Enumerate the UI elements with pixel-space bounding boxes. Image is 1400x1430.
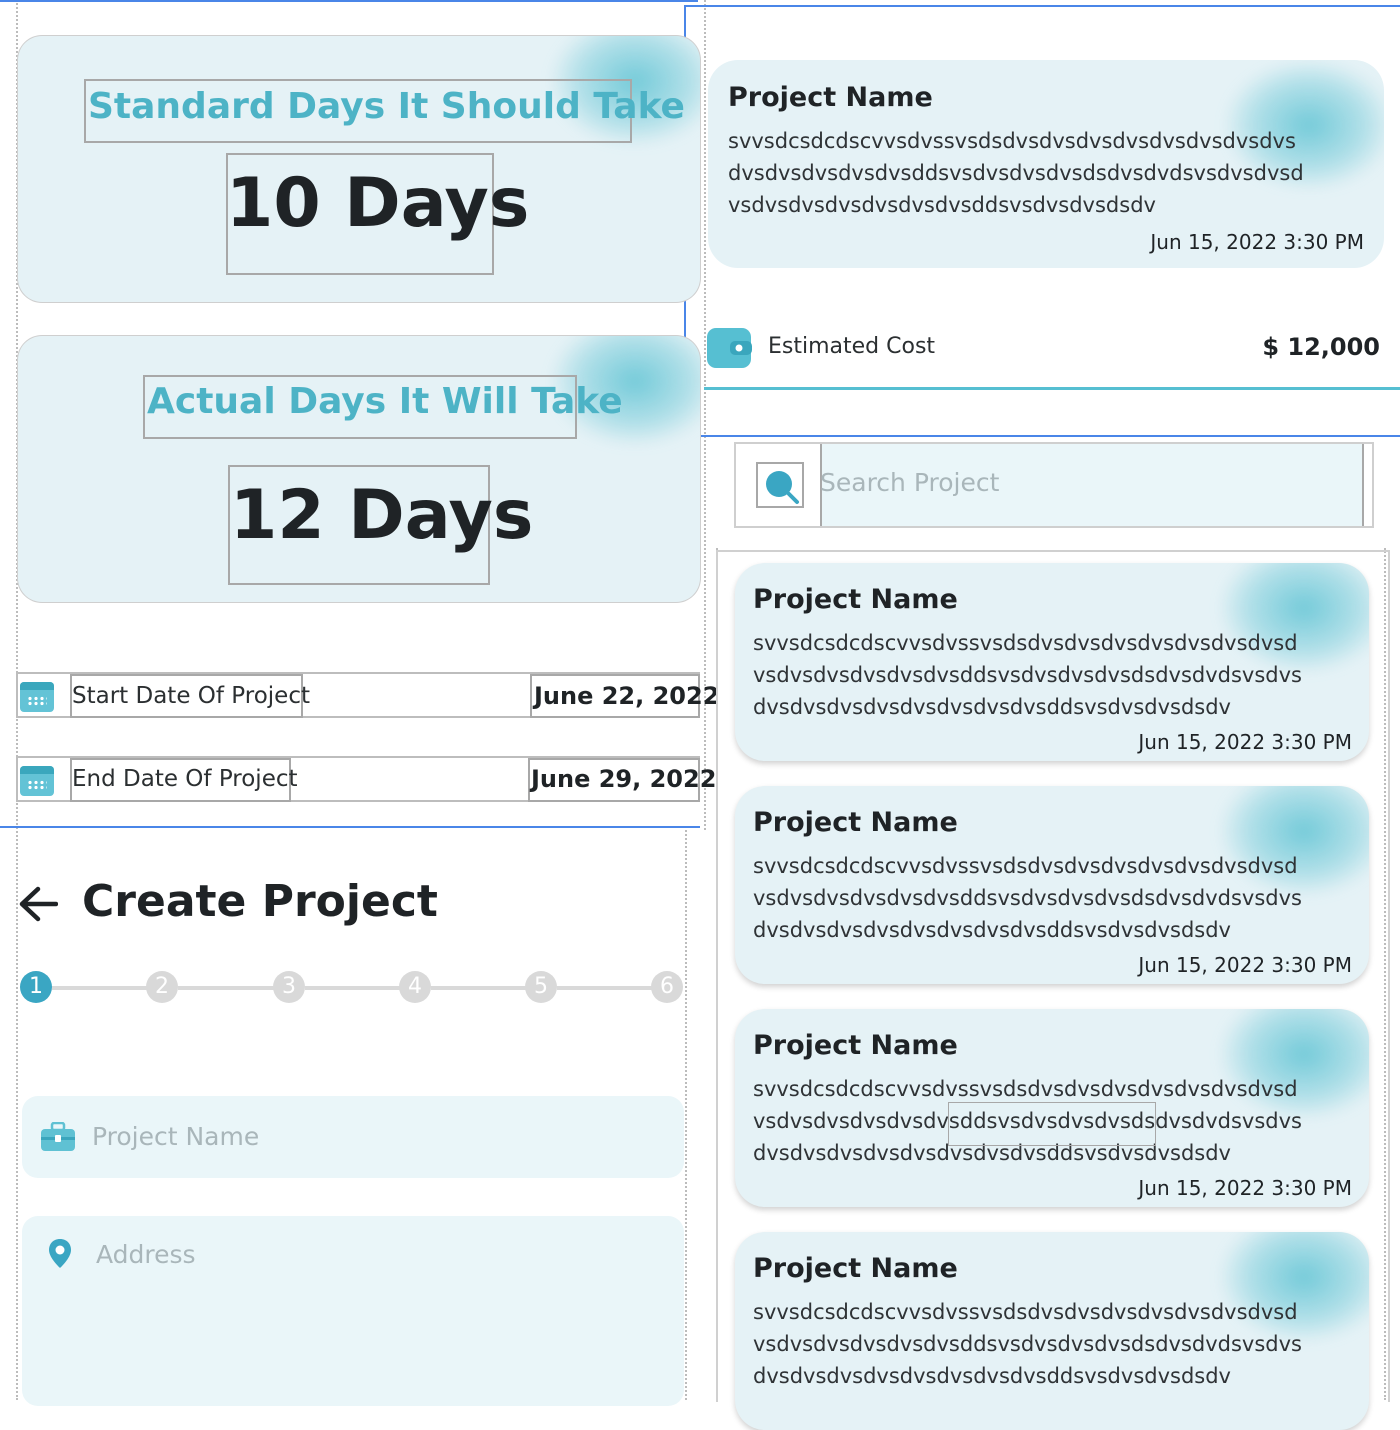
search-bar[interactable]: Search Project: [734, 442, 1374, 528]
search-placeholder: Search Project: [820, 468, 1000, 497]
step-1[interactable]: 1: [20, 971, 52, 1003]
project-card-description: svvsdcsdcdscvvsdvssvsdsdvsdvsdvsdvsdvsdv…: [753, 631, 1298, 655]
search-button[interactable]: [756, 462, 804, 508]
project-name: Project Name: [728, 82, 933, 113]
project-name-placeholder: Project Name: [92, 1122, 260, 1151]
frame-border: [0, 826, 700, 828]
search-input[interactable]: Search Project: [820, 444, 1364, 526]
estimated-cost-label: Estimated Cost: [768, 334, 936, 359]
project-card-description: vsdvsdvsdvsdvsdvsddsvsdvsdvsdvsdsdvsdvds…: [753, 886, 1302, 910]
search-icon: [766, 471, 799, 504]
project-description-line: vsdvsdvsdvsdvsdvsdvsddsvsdvsdvsdsdv: [728, 193, 1156, 217]
frame-border: [684, 5, 1400, 7]
address-field[interactable]: Address: [22, 1216, 684, 1406]
project-card-title: Project Name: [753, 584, 958, 615]
standard-days-value: 10 Days: [226, 164, 530, 243]
project-description-line: dvsdvsdvsdvsdvsddsvsdvsdvsdvsdsdvsdvdsvs…: [728, 161, 1304, 185]
project-card-date: Jun 15, 2022 3:30 PM: [1138, 1176, 1352, 1200]
project-description-line: svvsdcsdcdscvvsdvssvsdsdvsdvsdvsdvsdvsdv…: [728, 129, 1296, 153]
page-title: Create Project: [82, 876, 438, 927]
standard-days-title: Standard Days It Should Take: [88, 86, 685, 127]
step-4[interactable]: 4: [399, 971, 431, 1003]
project-name-field[interactable]: Project Name: [22, 1096, 684, 1178]
estimated-cost-value: $ 12,000: [1262, 333, 1380, 361]
arrow-left-icon[interactable]: [18, 886, 58, 922]
stepper-connector: [52, 986, 148, 990]
wallet-icon: [707, 328, 752, 368]
stepper-connector: [557, 986, 653, 990]
project-card-title: Project Name: [753, 1253, 958, 1284]
guide-line: [685, 830, 687, 1400]
project-card-description: svvsdcsdcdscvvsdvssvsdsdvsdvsdvsdvsdvsdv…: [753, 1077, 1298, 1101]
project-card-description: svvsdcsdcdscvvsdvssvsdsdvsdvsdvsdvsdvsdv…: [753, 854, 1298, 878]
project-card-date: Jun 15, 2022 3:30 PM: [1138, 730, 1352, 754]
start-date-value: June 22, 2022: [534, 682, 720, 710]
project-card-description: svvsdcsdcdscvvsdvssvsdsdvsdvsdvsdvsdvsdv…: [753, 1300, 1298, 1324]
calendar-icon: [20, 682, 54, 712]
frame-border: [684, 435, 1400, 437]
end-date-value: June 29, 2022: [531, 765, 717, 793]
project-card-title: Project Name: [753, 1030, 958, 1061]
step-3[interactable]: 3: [273, 971, 305, 1003]
step-2[interactable]: 2: [146, 971, 178, 1003]
project-card-title: Project Name: [753, 807, 958, 838]
stepper-connector: [431, 986, 527, 990]
project-card-date: Jun 15, 2022 3:30 PM: [1138, 953, 1352, 977]
frame-border: [0, 0, 698, 2]
calendar-icon: [20, 766, 54, 796]
project-card-description: dvsdvsdvsdvsdvsdvsdvsdvsddsvsdvsdvsdsdv: [753, 1364, 1231, 1388]
cost-underline: [704, 387, 1400, 390]
project-card-description: dvsdvsdvsdvsdvsdvsdvsdvsddsvsdvsdvsdsdv: [753, 918, 1231, 942]
stepper-connector: [178, 986, 274, 990]
project-date: Jun 15, 2022 3:30 PM: [1150, 230, 1364, 254]
stepper-connector: [305, 986, 401, 990]
briefcase-icon: [41, 1122, 75, 1151]
project-card-description: vsdvsdvsdvsdvsdvsddsvsdvsdvsdvsdsdvsdvds…: [753, 1332, 1302, 1356]
step-6[interactable]: 6: [651, 971, 683, 1003]
end-date-label: End Date Of Project: [72, 766, 298, 792]
start-date-label: Start Date Of Project: [72, 683, 310, 709]
project-card-description: dvsdvsdvsdvsdvsdvsdvsdvsddsvsdvsdvsdsdv: [753, 695, 1231, 719]
location-pin-icon: [49, 1239, 71, 1268]
step-5[interactable]: 5: [525, 971, 557, 1003]
actual-days-title: Actual Days It Will Take: [147, 381, 623, 422]
actual-days-value: 12 Days: [230, 476, 534, 555]
project-card-description: vsdvsdvsdvsdvsdvsddsvsdvsdvsdvsdsdvsdvds…: [753, 663, 1302, 687]
outline-box: [948, 1102, 1156, 1146]
address-placeholder: Address: [96, 1240, 196, 1269]
